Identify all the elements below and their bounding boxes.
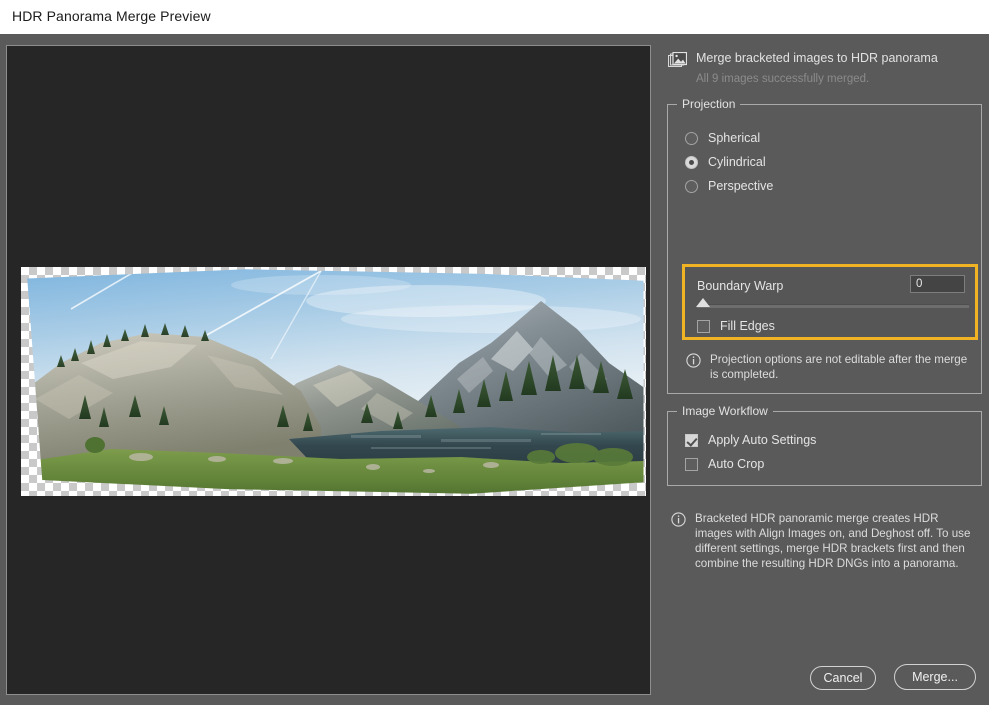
stacked-images-icon [668, 52, 687, 69]
image-workflow-group: Image Workflow Apply Auto Settings Auto … [667, 411, 982, 486]
info-icon [686, 353, 701, 368]
checkbox-apply-auto-settings-label: Apply Auto Settings [708, 433, 816, 447]
boundary-warp-value-input[interactable]: 0 [910, 275, 965, 293]
panorama-preview-pane[interactable] [6, 45, 651, 695]
radio-spherical-indicator[interactable] [685, 132, 698, 145]
page-title: HDR Panorama Merge Preview [12, 8, 211, 24]
info-icon [671, 512, 686, 527]
merge-button[interactable]: Merge... [894, 664, 976, 690]
settings-panel: Merge bracketed images to HDR panorama A… [660, 34, 989, 705]
panel-header: Merge bracketed images to HDR panorama [668, 51, 938, 69]
projection-group-legend: Projection [677, 97, 740, 111]
hdr-panorama-merge-dialog: Merge bracketed images to HDR panorama A… [0, 34, 989, 705]
radio-cylindrical-label: Cylindrical [708, 155, 766, 169]
panorama-image [21, 267, 646, 496]
bracketed-merge-info-text: Bracketed HDR panoramic merge creates HD… [695, 511, 976, 571]
boundary-warp-highlight-box: Boundary Warp 0 Fill Edges [682, 264, 978, 340]
checkbox-auto-crop-indicator[interactable] [685, 458, 698, 471]
panorama-scene-svg [21, 267, 646, 496]
radio-perspective-indicator[interactable] [685, 180, 698, 193]
radio-cylindrical[interactable]: Cylindrical [685, 155, 766, 169]
radio-spherical[interactable]: Spherical [685, 131, 760, 145]
boundary-warp-slider-track[interactable] [697, 304, 969, 308]
radio-cylindrical-indicator[interactable] [685, 156, 698, 169]
panorama-image-container [21, 267, 646, 496]
cancel-button[interactable]: Cancel [810, 666, 876, 690]
boundary-warp-label: Boundary Warp [697, 279, 783, 293]
projection-group: Projection Spherical Cylindrical Perspec… [667, 104, 982, 394]
checkbox-fill-edges-indicator[interactable] [697, 320, 710, 333]
radio-spherical-label: Spherical [708, 131, 760, 145]
panel-header-title: Merge bracketed images to HDR panorama [696, 51, 938, 65]
radio-perspective-label: Perspective [708, 179, 773, 193]
checkbox-fill-edges[interactable]: Fill Edges [697, 319, 775, 333]
checkbox-auto-crop-label: Auto Crop [708, 457, 764, 471]
bracketed-merge-info-row: Bracketed HDR panoramic merge creates HD… [671, 511, 976, 571]
projection-info-text: Projection options are not editable afte… [710, 352, 968, 382]
radio-perspective[interactable]: Perspective [685, 179, 773, 193]
window-title-bar: HDR Panorama Merge Preview [0, 0, 989, 34]
checkbox-fill-edges-label: Fill Edges [720, 319, 775, 333]
checkbox-apply-auto-settings-indicator[interactable] [685, 434, 698, 447]
panel-header-subtitle: All 9 images successfully merged. [696, 73, 869, 85]
checkbox-auto-crop[interactable]: Auto Crop [685, 457, 764, 471]
image-workflow-group-legend: Image Workflow [677, 404, 773, 418]
projection-info-row: Projection options are not editable afte… [686, 352, 968, 382]
boundary-warp-slider-thumb[interactable] [696, 298, 710, 307]
checkbox-apply-auto-settings[interactable]: Apply Auto Settings [685, 433, 816, 447]
